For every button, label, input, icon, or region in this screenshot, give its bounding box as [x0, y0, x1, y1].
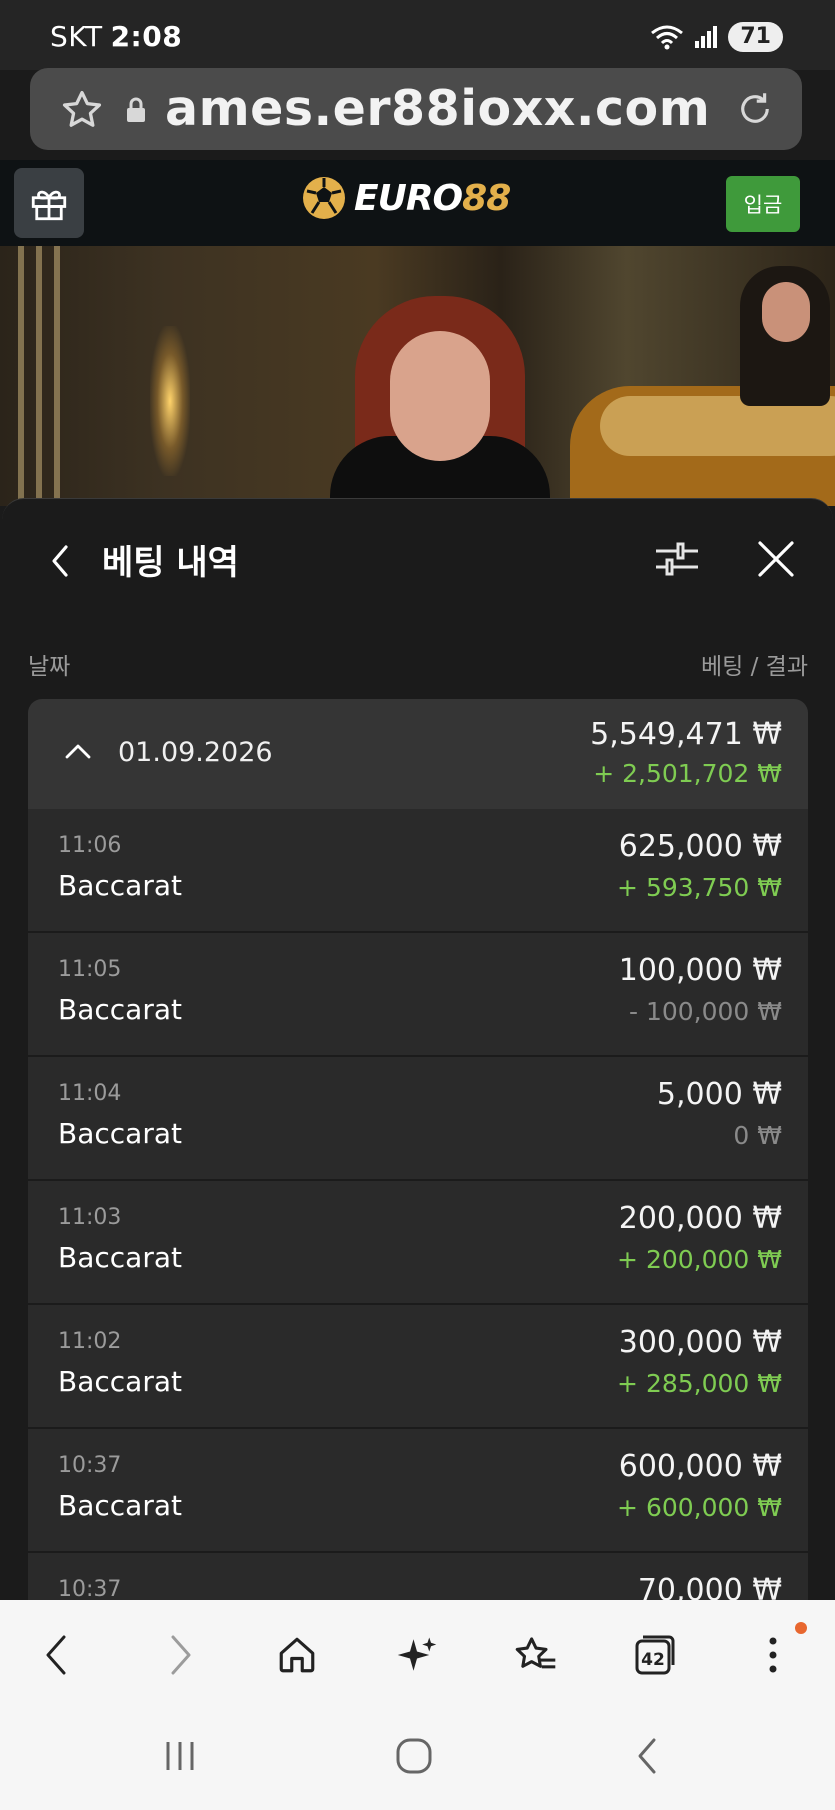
bet-game: Baccarat: [58, 1241, 182, 1274]
bet-row[interactable]: 11:06 Baccarat 625,000 ₩ + 593,750 ₩: [28, 809, 808, 933]
tab-count: 42: [641, 1650, 665, 1670]
lock-icon: [127, 97, 145, 122]
bet-amount: 625,000 ₩: [618, 829, 782, 864]
nav-forward-icon: [171, 1635, 191, 1675]
bet-game: Baccarat: [58, 869, 182, 902]
group-total-bet: 5,549,471 ₩: [590, 717, 782, 752]
address-bar[interactable]: ames.er88ioxx.com: [30, 68, 802, 150]
battery-indicator: 71: [728, 22, 783, 52]
bet-game: Baccarat: [58, 1365, 182, 1398]
bet-time: 11:04: [58, 1081, 122, 1106]
group-net-result: + 2,501,702 ₩: [593, 759, 782, 788]
bet-time: 11:06: [58, 833, 122, 858]
deposit-button[interactable]: 입금: [726, 176, 800, 232]
bet-amount: 100,000 ₩: [618, 953, 782, 988]
dealer-face: [390, 331, 490, 461]
bet-result: + 600,000 ₩: [617, 1493, 782, 1522]
chevron-up-icon[interactable]: [64, 741, 92, 761]
column-header: 날짜 베팅 / 결과: [28, 647, 808, 681]
nav-forward-button[interactable]: [155, 1630, 205, 1680]
bet-row[interactable]: 10:37 Baccarat 600,000 ₩ + 600,000 ₩: [28, 1429, 808, 1553]
bet-result: 0 ₩: [733, 1121, 782, 1150]
gift-icon: [31, 190, 67, 221]
tabs-button[interactable]: 42: [630, 1630, 680, 1680]
filter-icon[interactable]: [654, 539, 700, 579]
site-header: EURO88 입금: [0, 160, 835, 247]
home-circle-icon[interactable]: [394, 1736, 434, 1776]
group-date: 01.09.2026: [118, 737, 273, 768]
reload-icon[interactable]: [734, 88, 776, 130]
star-icon[interactable]: [60, 88, 104, 132]
bet-time: 11:03: [58, 1205, 122, 1230]
status-bar: SKT 2:08 71: [0, 0, 835, 70]
home-icon: [279, 1637, 315, 1673]
system-back-icon[interactable]: [632, 1736, 662, 1776]
recent-apps-icon[interactable]: [162, 1738, 198, 1774]
bet-amount: 200,000 ₩: [618, 1201, 782, 1236]
panel-header: 베팅 내역: [2, 499, 833, 619]
bet-history-panel: 베팅 내역 날짜 베팅 / 결과 01.09.2026 5,549,471 ₩ …: [2, 498, 833, 1677]
status-icons: 71: [650, 22, 783, 52]
bet-result: + 200,000 ₩: [617, 1245, 782, 1274]
more-menu-button[interactable]: [748, 1630, 798, 1680]
bet-time: 11:02: [58, 1329, 122, 1354]
logo-text-euro: EURO: [354, 177, 463, 219]
bet-amount: 600,000 ₩: [618, 1449, 782, 1484]
bet-game: Baccarat: [58, 993, 182, 1026]
decor-pillar: [36, 246, 42, 506]
bookmarks-button[interactable]: [510, 1630, 560, 1680]
wifi-icon: [651, 25, 684, 50]
tabs-icon: 42: [635, 1635, 675, 1675]
bet-result: + 593,750 ₩: [617, 873, 782, 902]
close-icon[interactable]: [756, 539, 796, 579]
back-chevron-icon[interactable]: [46, 541, 76, 581]
nav-back-icon: [46, 1635, 66, 1675]
bet-amount: 300,000 ₩: [618, 1325, 782, 1360]
bet-row[interactable]: 11:05 Baccarat 100,000 ₩ - 100,000 ₩: [28, 933, 808, 1057]
bookmark-star-icon: [515, 1637, 556, 1669]
bet-time: 11:05: [58, 957, 122, 982]
decor-pillar: [54, 246, 60, 506]
site-logo[interactable]: EURO88: [300, 174, 511, 222]
bet-list: 01.09.2026 5,549,471 ₩ + 2,501,702 ₩ 11:…: [28, 699, 808, 1677]
clock: 2:08: [110, 20, 183, 53]
system-navigation-bar: [0, 1710, 835, 1810]
bet-result: - 100,000 ₩: [628, 997, 782, 1026]
bet-row[interactable]: 11:03 Baccarat 200,000 ₩ + 200,000 ₩: [28, 1181, 808, 1305]
bet-row[interactable]: 11:04 Baccarat 5,000 ₩ 0 ₩: [28, 1057, 808, 1181]
ai-button[interactable]: [392, 1630, 442, 1680]
live-casino-video: [0, 246, 835, 506]
panel-title: 베팅 내역: [102, 543, 239, 583]
notification-dot: [795, 1622, 807, 1634]
bet-result: + 285,000 ₩: [617, 1369, 782, 1398]
bet-amount: 5,000 ₩: [656, 1077, 782, 1112]
bet-time: 10:37: [58, 1453, 122, 1478]
nav-back-button[interactable]: [32, 1630, 82, 1680]
gift-button[interactable]: [14, 168, 84, 238]
column-bet-result-label: 베팅 / 결과: [700, 654, 808, 680]
bet-game: Baccarat: [58, 1489, 182, 1522]
status-time-group: SKT 2:08: [50, 20, 182, 53]
browser-toolbar: 42: [0, 1600, 835, 1710]
home-button[interactable]: [272, 1630, 322, 1680]
bet-time: 10:37: [58, 1577, 122, 1602]
decor-pillar: [18, 246, 24, 506]
url-text[interactable]: ames.er88ioxx.com: [165, 80, 710, 137]
column-date-label: 날짜: [28, 654, 71, 680]
more-icon: [769, 1637, 777, 1673]
soccer-ball-icon: [303, 177, 345, 219]
sparkle-icon: [397, 1637, 437, 1671]
logo-text: EURO88: [354, 177, 511, 219]
decor-lamp: [150, 326, 190, 476]
carrier-label: SKT: [50, 20, 103, 53]
second-dealer-face: [762, 282, 810, 342]
signal-icon: [695, 26, 718, 48]
logo-text-88: 88: [462, 177, 511, 219]
bet-game: Baccarat: [58, 1117, 182, 1150]
bet-row[interactable]: 11:02 Baccarat 300,000 ₩ + 285,000 ₩: [28, 1305, 808, 1429]
date-group-header[interactable]: 01.09.2026 5,549,471 ₩ + 2,501,702 ₩: [28, 699, 808, 809]
